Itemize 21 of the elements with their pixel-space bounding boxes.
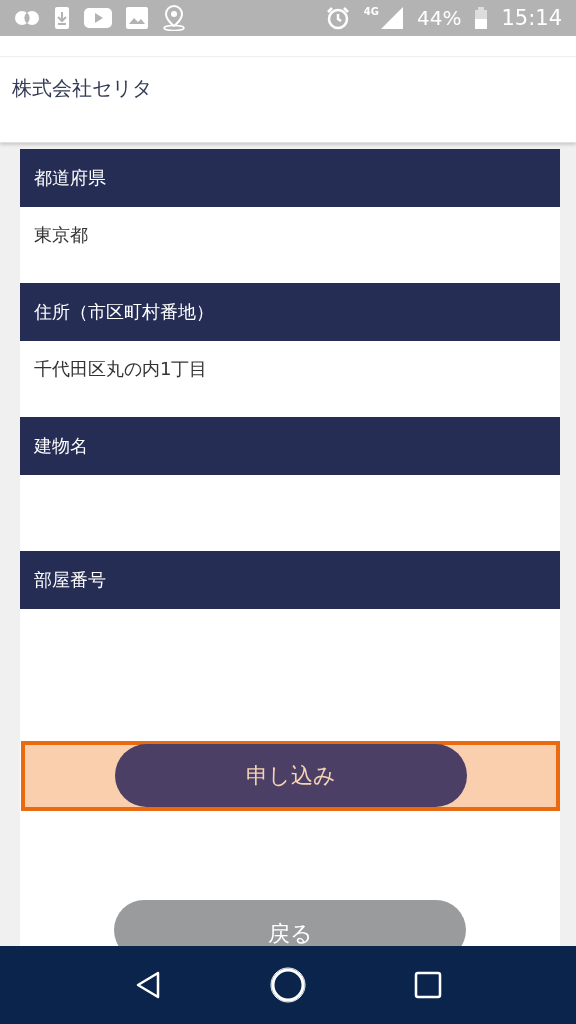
field-label: 住所（市区町村番地）: [20, 283, 560, 341]
field-value: 東京都: [33, 223, 89, 247]
location-pin-icon: [162, 5, 186, 31]
battery-icon: [475, 7, 488, 29]
company-name: 株式会社セリタ: [11, 75, 153, 102]
signal-icon: [381, 7, 403, 29]
play-icon: [84, 8, 112, 28]
clock: 15:14: [501, 6, 562, 30]
download-icon: [54, 6, 70, 30]
alarm-icon: [325, 6, 350, 30]
image-icon: [126, 7, 148, 29]
back-icon[interactable]: [134, 970, 162, 1000]
field-value: 千代田区丸の内1丁目: [33, 357, 209, 381]
home-icon[interactable]: [270, 967, 306, 1003]
network-type: 4G: [363, 6, 379, 17]
field-label: 都道府県: [20, 149, 560, 207]
field-label: 部屋番号: [20, 551, 560, 609]
recents-icon[interactable]: [414, 971, 442, 999]
field-label: 建物名: [20, 417, 560, 475]
battery-percent: 44%: [417, 6, 462, 30]
submit-button[interactable]: 申し込み: [114, 744, 467, 807]
